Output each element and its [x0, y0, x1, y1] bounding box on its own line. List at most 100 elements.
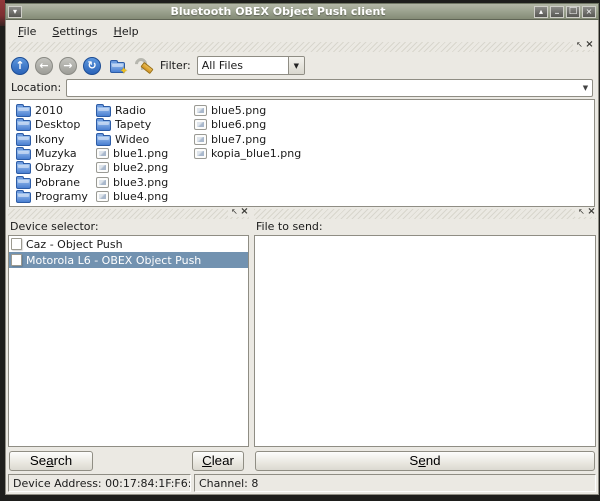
maximize-icon: □ — [569, 7, 578, 16]
up-arrow-icon: ↑ — [15, 60, 24, 71]
file-to-send-panel: ↖ × File to send: Send — [254, 209, 596, 472]
go-up-button[interactable]: ↑ — [11, 57, 29, 75]
filter-label: Filter: — [160, 59, 191, 72]
toolbar: ↑ ← → ↻ ✦ Filter: All Files ▼ — [8, 53, 596, 78]
status-device-address: Device Address: 00:17:84:1F:F6:E7 — [8, 474, 191, 492]
file-item[interactable]: blue6.png — [194, 118, 592, 133]
menu-settings[interactable]: Settings — [44, 23, 105, 40]
file-column: Radio Tapety Wideo blue1.png blue2.png b… — [96, 103, 188, 204]
close-icon: × — [586, 8, 593, 16]
file-item[interactable]: Wideo — [96, 132, 188, 146]
file-name: blue4.png — [113, 190, 168, 203]
toolbar-dock-handle[interactable]: ↖ × — [9, 42, 594, 52]
device-row-caz[interactable]: Caz - Object Push — [9, 236, 248, 252]
dock-float-icon[interactable]: ↖ — [577, 207, 586, 217]
folder-icon — [16, 106, 31, 117]
file-item[interactable]: Ikony — [16, 132, 90, 146]
menu-help[interactable]: Help — [106, 23, 147, 40]
dock-close-icon[interactable]: × — [587, 207, 596, 217]
file-item[interactable]: 2010 — [16, 103, 90, 117]
configure-button[interactable] — [133, 56, 152, 75]
reload-icon: ↻ — [87, 60, 96, 71]
device-checkbox[interactable] — [11, 254, 22, 266]
image-file-icon — [194, 148, 207, 159]
location-dropdown-icon[interactable]: ▼ — [580, 84, 592, 92]
file-item[interactable]: blue3.png — [96, 175, 188, 189]
file-item[interactable]: blue2.png — [96, 161, 188, 175]
file-name: Tapety — [115, 118, 151, 131]
window-body: File Settings Help ↖ × ↑ ← → ↻ — [5, 20, 599, 495]
forward-arrow-icon: → — [63, 60, 72, 71]
file-name: 2010 — [35, 104, 63, 117]
device-checkbox[interactable] — [11, 238, 22, 250]
filter-value: All Files — [198, 57, 288, 74]
clear-button[interactable]: Clear — [192, 451, 244, 471]
dock-panels: ↖ × Device selector: Caz - Object Push M… — [8, 209, 596, 472]
folder-icon — [96, 106, 111, 117]
device-selector-label: Device selector: — [8, 220, 249, 235]
device-selector-panel: ↖ × Device selector: Caz - Object Push M… — [8, 209, 249, 472]
file-name: Radio — [115, 104, 146, 117]
dock-close-icon[interactable]: × — [240, 207, 249, 217]
device-list[interactable]: Caz - Object Push Motorola L6 - OBEX Obj… — [8, 235, 249, 447]
reload-button[interactable]: ↻ — [83, 57, 101, 75]
file-item[interactable]: blue4.png — [96, 190, 188, 204]
maximize-button[interactable]: □ — [566, 6, 580, 18]
location-label: Location: — [11, 81, 61, 94]
go-back-button[interactable]: ← — [35, 57, 53, 75]
file-name: Wideo — [115, 133, 149, 146]
image-file-icon — [194, 105, 207, 116]
search-button[interactable]: Search — [9, 451, 93, 471]
file-column: blue5.png blue6.png blue7.png kopia_blue… — [194, 103, 592, 204]
dock-close-icon[interactable]: × — [585, 40, 594, 50]
filter-combobox[interactable]: All Files ▼ — [197, 56, 305, 75]
dock-float-icon[interactable]: ↖ — [230, 207, 239, 217]
folder-icon — [16, 135, 31, 146]
file-to-send-label: File to send: — [254, 220, 596, 235]
device-panel-dock-controls: ↖ × — [228, 207, 249, 217]
minimize-icon: _ — [555, 6, 559, 14]
location-input[interactable]: ▼ — [66, 79, 593, 97]
new-folder-button[interactable]: ✦ — [107, 56, 127, 76]
file-item[interactable]: Desktop — [16, 117, 90, 131]
window-title: Bluetooth OBEX Object Push client — [24, 5, 532, 18]
titlebar: ▾ Bluetooth OBEX Object Push client ▴ _ … — [5, 3, 599, 20]
file-name: blue1.png — [113, 147, 168, 160]
back-arrow-icon: ← — [39, 60, 48, 71]
device-panel-dock-handle[interactable]: ↖ × — [8, 209, 249, 219]
file-item[interactable]: Muzyka — [16, 146, 90, 160]
image-file-icon — [96, 191, 109, 202]
dock-float-icon[interactable]: ↖ — [575, 40, 584, 50]
device-panel-buttons: Search Clear — [8, 447, 249, 472]
send-button[interactable]: Send — [255, 451, 595, 471]
toolbar-dock-controls: ↖ × — [573, 40, 594, 50]
shade-button[interactable]: ▴ — [534, 6, 548, 18]
file-item[interactable]: Obrazy — [16, 161, 90, 175]
statusbar: Device Address: 00:17:84:1F:F6:E7 Channe… — [8, 474, 596, 492]
close-button[interactable]: × — [582, 6, 596, 18]
file-item[interactable]: blue7.png — [194, 132, 592, 147]
file-item[interactable]: blue1.png — [96, 146, 188, 160]
file-item[interactable]: blue5.png — [194, 103, 592, 118]
file-item[interactable]: Radio — [96, 103, 188, 117]
file-to-send-list[interactable] — [254, 235, 596, 447]
file-item[interactable]: Tapety — [96, 117, 188, 131]
filter-dropdown-button[interactable]: ▼ — [288, 57, 304, 74]
device-row-motorola[interactable]: Motorola L6 - OBEX Object Push — [9, 252, 248, 268]
file-browser[interactable]: 2010 Desktop Ikony Muzyka Obrazy Pobrane… — [9, 99, 595, 207]
file-name: Obrazy — [35, 161, 74, 174]
image-file-icon — [194, 134, 207, 145]
file-item[interactable]: Pobrane — [16, 175, 90, 189]
window-menu-button[interactable]: ▾ — [8, 6, 22, 18]
file-name: blue3.png — [113, 176, 168, 189]
file-name: Programy — [35, 190, 88, 203]
file-name: blue7.png — [211, 133, 266, 146]
go-forward-button[interactable]: → — [59, 57, 77, 75]
file-item[interactable]: Programy — [16, 190, 90, 204]
file-panel-dock-handle[interactable]: ↖ × — [254, 209, 596, 219]
folder-icon — [96, 135, 111, 146]
menu-file[interactable]: File — [10, 23, 44, 40]
minimize-button[interactable]: _ — [550, 6, 564, 18]
file-item[interactable]: kopia_blue1.png — [194, 147, 592, 162]
file-name: kopia_blue1.png — [211, 147, 301, 160]
